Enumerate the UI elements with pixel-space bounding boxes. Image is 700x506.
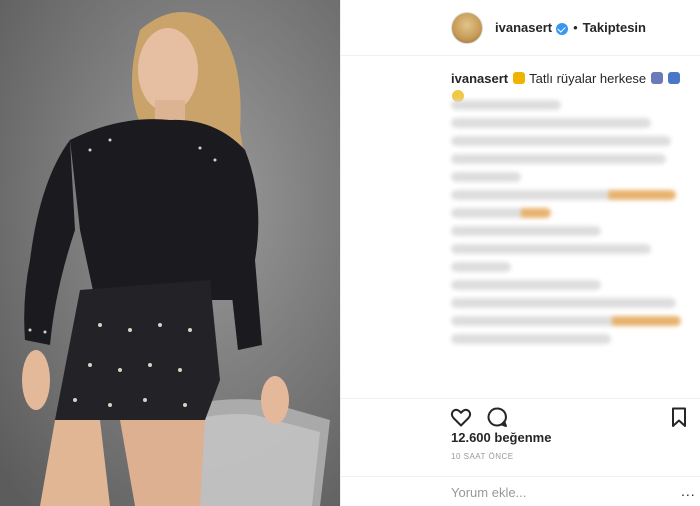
comments-list — [451, 92, 696, 352]
comment-icon[interactable] — [485, 405, 509, 429]
header-username[interactable]: ivanasert — [495, 20, 552, 35]
follow-status-button[interactable]: Takiptesin — [583, 20, 646, 35]
heart-icon[interactable] — [449, 405, 473, 429]
comment-line — [451, 280, 601, 290]
zzz-emoji-icon — [668, 72, 681, 84]
comment-line — [451, 190, 676, 200]
sleeping-emoji-icon — [650, 72, 663, 84]
caption-username[interactable]: ivanasert — [451, 71, 508, 86]
comment-line — [451, 262, 511, 272]
add-comment-box: ... — [341, 476, 700, 506]
comment-line — [451, 100, 561, 110]
more-options-icon[interactable]: ... — [681, 483, 696, 499]
post-timestamp: 10 SAAT ÖNCE — [451, 452, 514, 461]
comment-line — [451, 316, 681, 326]
post-side-panel: ivanasert • Takiptesin ivanasert Tatlı r… — [340, 0, 700, 506]
avatar[interactable] — [451, 11, 483, 44]
bookmark-icon[interactable] — [667, 405, 691, 429]
instagram-post: ivanasert • Takiptesin ivanasert Tatlı r… — [0, 0, 700, 506]
woman-portrait-image — [0, 0, 340, 506]
comment-line — [451, 172, 521, 182]
verified-badge-icon — [556, 22, 569, 35]
post-actions — [341, 398, 700, 428]
comment-line — [451, 136, 671, 146]
comment-line — [451, 208, 551, 218]
post-photo[interactable] — [0, 0, 340, 506]
comment-line — [451, 118, 651, 128]
likes-count[interactable]: 12.600 beğenme — [451, 430, 551, 445]
comment-line — [451, 154, 666, 164]
star-emoji-icon — [512, 72, 525, 84]
comment-input[interactable] — [451, 485, 671, 500]
caption-text: Tatlı rüyalar herkese — [529, 71, 647, 86]
comment-line — [451, 298, 676, 308]
separator-dot: • — [573, 20, 578, 35]
comment-line — [451, 244, 651, 254]
comment-line — [451, 334, 611, 344]
comment-line — [451, 226, 601, 236]
post-header: ivanasert • Takiptesin — [341, 0, 700, 56]
